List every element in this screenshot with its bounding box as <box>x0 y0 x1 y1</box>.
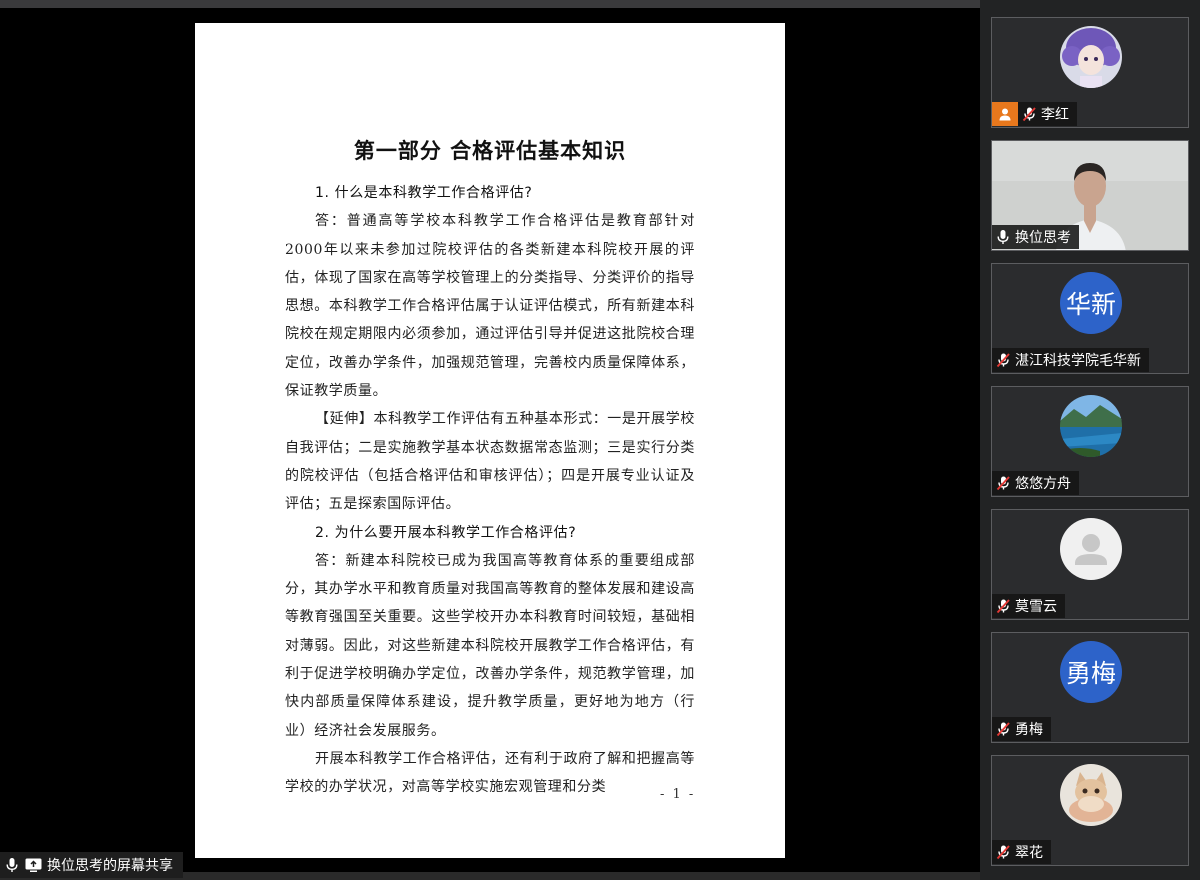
avatar <box>1060 764 1122 826</box>
participant-tile[interactable]: 莫雪云 <box>991 509 1189 620</box>
participant-tile[interactable]: 华新 湛江科技学院毛华新 <box>991 263 1189 374</box>
mic-muted-icon <box>995 598 1011 614</box>
microphone-icon <box>4 857 20 873</box>
participant-name-tag: 换位思考 <box>992 225 1079 249</box>
participant-tile[interactable]: 勇梅 勇梅 <box>991 632 1189 743</box>
participant-name: 莫雪云 <box>1015 599 1057 615</box>
default-avatar-icon <box>1060 518 1122 580</box>
participant-name-tag: 勇梅 <box>992 717 1051 741</box>
microphone-icon <box>995 229 1011 245</box>
document-question: 1. 什么是本科教学工作合格评估? <box>315 185 533 201</box>
participant-tile[interactable]: 李红 <box>991 17 1189 128</box>
mic-muted-icon <box>995 475 1011 491</box>
document-answer: 答：新建本科院校已成为我国高等教育体系的重要组成部分，其办学水平和教育质量对我国… <box>285 552 695 739</box>
top-bar <box>0 0 980 8</box>
document-extension: 【延伸】本科教学工作评估有五种基本形式：一是开展学校自我评估；二是实施教学基本状… <box>285 411 695 513</box>
participant-name: 湛江科技学院毛华新 <box>1015 353 1141 369</box>
screen-share-icon <box>25 858 42 872</box>
participant-name-tag: 悠悠方舟 <box>992 471 1079 495</box>
participant-tile[interactable]: 悠悠方舟 <box>991 386 1189 497</box>
document-answer: 答：普通高等学校本科教学工作合格评估是教育部针对2000年以来未参加过院校评估的… <box>285 213 695 400</box>
host-icon <box>992 102 1018 126</box>
participant-name: 勇梅 <box>1015 722 1043 738</box>
avatar <box>1060 395 1122 457</box>
participant-tile[interactable]: 翠花 <box>991 755 1189 866</box>
mic-muted-icon <box>1021 106 1037 122</box>
participant-tile[interactable]: 换位思考 <box>991 140 1189 251</box>
participant-name: 翠花 <box>1015 845 1043 861</box>
avatar <box>1060 26 1122 88</box>
participant-name-tag: 湛江科技学院毛华新 <box>992 348 1149 372</box>
mic-muted-icon <box>995 352 1011 368</box>
participant-name-tag: 莫雪云 <box>992 594 1065 618</box>
participant-name-tag: 李红 <box>1018 102 1077 126</box>
screen-share-owner-label: 换位思考的屏幕共享 <box>47 858 173 874</box>
document-body: 1. 什么是本科教学工作合格评估? 答：普通高等学校本科教学工作合格评估是教育部… <box>285 179 695 802</box>
screen-share-label: 换位思考的屏幕共享 <box>0 852 183 878</box>
page-number: - 1 - <box>660 787 696 802</box>
mic-muted-icon <box>995 844 1011 860</box>
shared-document-page: 第一部分 合格评估基本知识 1. 什么是本科教学工作合格评估? 答：普通高等学校… <box>195 23 785 858</box>
participant-name: 李红 <box>1041 107 1069 123</box>
participant-name-tag: 翠花 <box>992 840 1051 864</box>
avatar: 勇梅 <box>1060 641 1122 703</box>
participant-name: 悠悠方舟 <box>1015 476 1071 492</box>
mic-muted-icon <box>995 721 1011 737</box>
participant-name: 换位思考 <box>1015 230 1071 246</box>
document-title: 第一部分 合格评估基本知识 <box>353 138 627 163</box>
avatar: 华新 <box>1060 272 1122 334</box>
document-question: 2. 为什么要开展本科教学工作合格评估? <box>315 524 577 541</box>
document-answer: 开展本科教学工作合格评估，还有利于政府了解和把握高等学校的办学状况，对高等学校实… <box>285 750 695 796</box>
